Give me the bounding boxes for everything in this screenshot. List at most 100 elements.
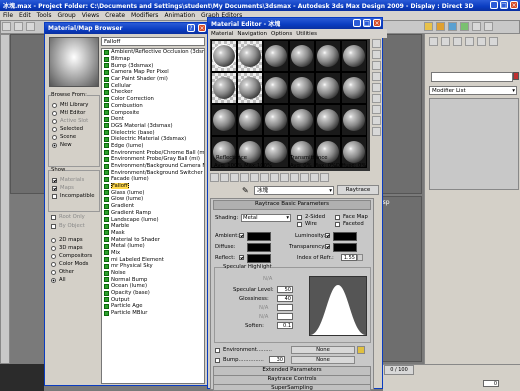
list-item[interactable]: Falloff bbox=[104, 182, 204, 190]
list-item[interactable]: Marble bbox=[104, 223, 204, 230]
list-item[interactable]: Cellular bbox=[104, 82, 204, 89]
list-item[interactable]: Environment/Background Camera M bbox=[104, 163, 204, 170]
make-copy-icon[interactable] bbox=[250, 173, 259, 182]
make-preview-icon[interactable] bbox=[372, 94, 381, 103]
hierarchy-tab-icon[interactable] bbox=[453, 37, 462, 46]
show-end-result-icon[interactable] bbox=[300, 173, 309, 182]
list-item[interactable]: Environment Probe/Chrome Ball (mi) bbox=[104, 149, 204, 156]
list-item[interactable]: Dielectric Material (3dsmax) bbox=[104, 136, 204, 143]
by-object-checkbox[interactable]: By Object bbox=[51, 222, 85, 230]
menu-group[interactable]: Group bbox=[57, 12, 75, 19]
sample-slot[interactable] bbox=[211, 72, 237, 104]
supersampling-rollup[interactable]: SuperSampling bbox=[213, 384, 371, 391]
sample-slot[interactable] bbox=[289, 104, 315, 136]
minimize-button[interactable]: _ bbox=[490, 1, 498, 9]
reflect-checkbox[interactable] bbox=[239, 253, 247, 261]
utilities-tab-icon[interactable] bbox=[489, 37, 498, 46]
mated-menu-material[interactable]: Material bbox=[211, 31, 233, 37]
list-item[interactable]: Bump (3dsmax) bbox=[104, 62, 204, 69]
show-materials-checkbox[interactable]: Materials bbox=[52, 176, 94, 184]
go-forward-sibling-icon[interactable] bbox=[320, 173, 329, 182]
list-item[interactable]: Bitmap bbox=[104, 56, 204, 63]
select-by-material-icon[interactable] bbox=[372, 116, 381, 125]
transparency-checkbox[interactable] bbox=[325, 242, 333, 250]
list-item[interactable]: Composite bbox=[104, 109, 204, 116]
mated-menu-navigation[interactable]: Navigation bbox=[237, 31, 267, 37]
render-icon[interactable] bbox=[484, 22, 493, 31]
select-icon[interactable] bbox=[14, 22, 23, 31]
menu-edit[interactable]: Edit bbox=[19, 12, 31, 19]
close-button[interactable]: × bbox=[510, 1, 518, 9]
background-icon[interactable] bbox=[372, 61, 381, 70]
browse-from-new-radio[interactable]: New bbox=[52, 141, 88, 149]
modifier-list-dropdown[interactable]: Modifier List ▾ bbox=[429, 86, 517, 95]
environment-map-button[interactable]: None bbox=[291, 346, 355, 354]
maximize-button[interactable]: □ bbox=[500, 1, 508, 9]
sample-slot[interactable] bbox=[341, 40, 367, 72]
ambient-checkbox[interactable] bbox=[239, 231, 247, 239]
spec-level-spinner[interactable]: 50 bbox=[277, 286, 293, 293]
video-check-icon[interactable] bbox=[372, 83, 381, 92]
na-spinner-1[interactable] bbox=[277, 304, 293, 311]
browse-from-mtl-library-radio[interactable]: Mtl Library bbox=[52, 101, 88, 109]
bump-checkbox[interactable]: Bump............... bbox=[215, 356, 264, 364]
create-tab-icon[interactable] bbox=[429, 37, 438, 46]
material-navigator-icon[interactable] bbox=[372, 127, 381, 136]
quick-render-icon[interactable] bbox=[448, 22, 457, 31]
sample-slot[interactable] bbox=[211, 104, 237, 136]
reflect-color-swatch[interactable] bbox=[247, 254, 271, 263]
modifier-stack[interactable] bbox=[429, 98, 519, 190]
render-setup-icon[interactable] bbox=[424, 22, 433, 31]
assign-to-selection-icon[interactable] bbox=[230, 173, 239, 182]
sample-slot[interactable] bbox=[263, 72, 289, 104]
sample-slot[interactable] bbox=[263, 104, 289, 136]
browser-close-button[interactable]: × bbox=[198, 24, 206, 32]
mated-maximize-button[interactable]: □ bbox=[363, 19, 371, 27]
bump-map-button[interactable]: None bbox=[291, 356, 355, 364]
list-item[interactable]: Ocean (lume) bbox=[104, 283, 204, 290]
list-item[interactable]: Glow (lume) bbox=[104, 196, 204, 203]
list-item[interactable]: Glass (lume) bbox=[104, 189, 204, 196]
make-unique-icon[interactable] bbox=[260, 173, 269, 182]
list-item[interactable]: Dielectric (base) bbox=[104, 129, 204, 136]
backlight-icon[interactable] bbox=[372, 50, 381, 59]
menu-modifiers[interactable]: Modifiers bbox=[131, 12, 158, 19]
map-type-2d-maps-radio[interactable]: 2D maps bbox=[51, 236, 92, 244]
list-item[interactable]: Camera Map Per Pixel bbox=[104, 69, 204, 76]
list-item[interactable]: Ambient/Reflective Occlusion (3dsm bbox=[104, 49, 204, 56]
sample-slot[interactable] bbox=[289, 72, 315, 104]
options-icon[interactable] bbox=[372, 105, 381, 114]
mated-menu-options[interactable]: Options bbox=[271, 31, 292, 37]
menu-views[interactable]: Views bbox=[82, 12, 99, 19]
gloss-spinner[interactable]: 40 bbox=[277, 295, 293, 302]
put-to-scene-icon[interactable] bbox=[220, 173, 229, 182]
sample-slot[interactable] bbox=[263, 40, 289, 72]
material-editor-icon[interactable] bbox=[460, 22, 469, 31]
map-type-all-radio[interactable]: All bbox=[51, 276, 92, 284]
sample-type-icon[interactable] bbox=[372, 39, 381, 48]
list-item[interactable]: Landscape (lume) bbox=[104, 216, 204, 223]
show-maps-checkbox[interactable]: Maps bbox=[52, 184, 94, 192]
ior-spinner-arrows[interactable] bbox=[357, 254, 363, 261]
list-item[interactable]: Dent bbox=[104, 116, 204, 123]
transparency-color-swatch[interactable] bbox=[333, 243, 357, 252]
luminosity-color-swatch[interactable] bbox=[333, 232, 357, 241]
basic-params-rollup[interactable]: Raytrace Basic Parameters bbox=[213, 200, 371, 210]
reset-map-icon[interactable] bbox=[240, 173, 249, 182]
faceted-checkbox[interactable]: Faceted bbox=[335, 220, 364, 228]
list-item[interactable]: Gradient Ramp bbox=[104, 210, 204, 217]
list-item[interactable]: Opacity (base) bbox=[104, 290, 204, 297]
motion-tab-icon[interactable] bbox=[465, 37, 474, 46]
get-material-icon[interactable] bbox=[210, 173, 219, 182]
sample-slot[interactable] bbox=[237, 40, 263, 72]
na-spinner-2[interactable] bbox=[277, 313, 293, 320]
teapot-icon[interactable] bbox=[472, 22, 481, 31]
show-map-icon[interactable] bbox=[290, 173, 299, 182]
list-item[interactable]: Environment/Background Switcher ( bbox=[104, 169, 204, 176]
list-item[interactable]: Car Paint Shader (mi) bbox=[104, 76, 204, 83]
list-item[interactable]: Facade (lume) bbox=[104, 176, 204, 183]
map-type-compositors-radio[interactable]: Compositors bbox=[51, 252, 92, 260]
browser-type-field[interactable]: Falloff bbox=[101, 37, 205, 46]
sample-slot[interactable] bbox=[341, 72, 367, 104]
put-to-library-icon[interactable] bbox=[270, 173, 279, 182]
